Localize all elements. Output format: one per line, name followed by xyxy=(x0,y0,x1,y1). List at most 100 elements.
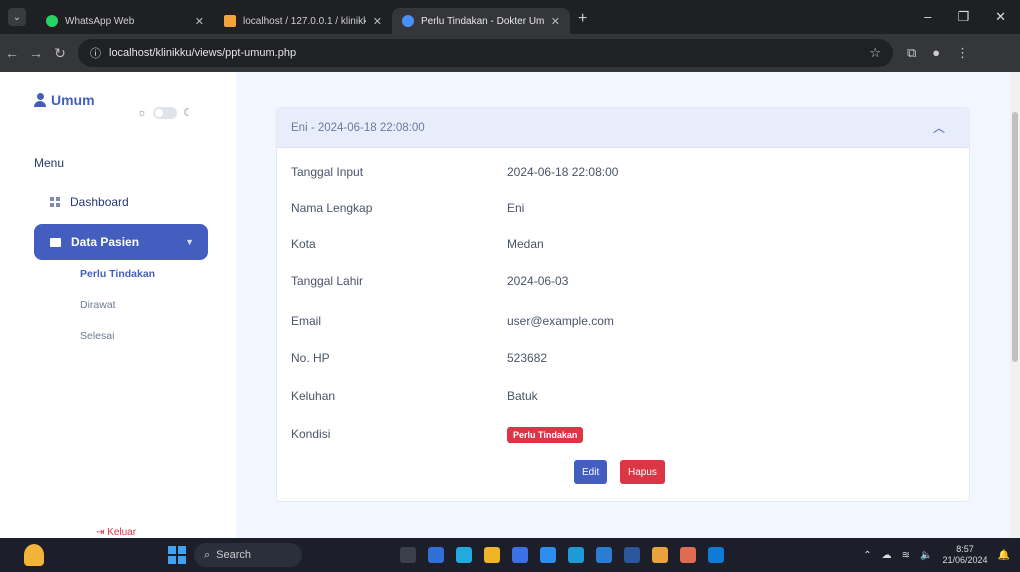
whatsapp-icon xyxy=(46,15,58,27)
outlook-icon[interactable] xyxy=(596,547,612,563)
system-tray: ⌃ ☁ ≋ 🔈 8:57 21/06/2024 🔔 xyxy=(863,544,1020,566)
sidebar-item-dashboard[interactable]: Dashboard xyxy=(34,184,208,220)
field-value: 523682 xyxy=(507,351,548,365)
browser-toolbar-right: ⧉ ● ⋮ xyxy=(907,45,969,61)
reload-icon[interactable]: ↻ xyxy=(48,45,72,62)
tab-whatsapp[interactable]: WhatsApp Web ✕ xyxy=(36,8,214,34)
minimize-icon[interactable]: – xyxy=(924,9,931,25)
back-icon[interactable]: ← xyxy=(0,45,24,61)
vscode-icon[interactable] xyxy=(708,547,724,563)
edit-button[interactable]: Edit xyxy=(574,460,608,484)
field-value: 2024-06-18 22:08:00 xyxy=(507,165,619,179)
delete-button[interactable]: Hapus xyxy=(620,460,665,484)
file-explorer-icon[interactable] xyxy=(484,547,500,563)
url-text: localhost/klinikku/views/ppt-umum.php xyxy=(109,47,297,59)
field-value: Medan xyxy=(507,237,544,251)
submenu-selesai[interactable]: Selesai xyxy=(80,330,114,342)
field-value: Perlu Tindakan xyxy=(507,427,584,443)
field-label: Kondisi xyxy=(291,427,331,441)
close-window-icon[interactable]: ✕ xyxy=(995,9,1006,25)
volume-icon[interactable]: 🔈 xyxy=(920,550,932,561)
taskbar-apps xyxy=(400,547,724,563)
mail-icon[interactable] xyxy=(568,547,584,563)
tab-perlu-tindakan[interactable]: Perlu Tindakan - Dokter Umum ✕ xyxy=(392,8,570,34)
field-label: Nama Lengkap xyxy=(291,201,373,215)
tab-title: WhatsApp Web xyxy=(65,15,135,27)
theme-toggle[interactable] xyxy=(153,106,178,119)
taskbar-search[interactable]: ⌕ Search xyxy=(194,543,302,567)
submenu-perlu-tindakan[interactable]: Perlu Tindakan xyxy=(80,268,155,280)
wifi-icon[interactable]: ≋ xyxy=(902,550,910,561)
clock-date: 21/06/2024 xyxy=(942,555,988,565)
logout-label: Keluar xyxy=(107,527,137,538)
field-value: Eni xyxy=(507,201,525,215)
browser-tab-bar: ⌄ WhatsApp Web ✕ localhost / 127.0.0.1 /… xyxy=(0,0,1020,34)
page-scrollbar[interactable] xyxy=(1010,72,1020,538)
sidebar-item-label: Dashboard xyxy=(70,195,129,209)
extensions-icon[interactable]: ⧉ xyxy=(907,45,916,61)
bookmark-star-icon[interactable]: ☆ xyxy=(869,45,881,61)
chrome-icon[interactable] xyxy=(652,547,668,563)
brand-label: Umum xyxy=(51,92,95,108)
field-row: Email user@example.com xyxy=(277,303,971,339)
sidebar-brand[interactable]: Umum xyxy=(34,92,95,108)
site-info-icon[interactable]: ⓘ xyxy=(90,45,101,61)
user-icon xyxy=(402,15,414,27)
notification-bell-icon[interactable]: 🔔 xyxy=(998,550,1010,561)
browser-menu-icon[interactable]: ⋮ xyxy=(956,45,969,61)
field-value: 2024-06-03 xyxy=(507,274,569,288)
tab-title: Perlu Tindakan - Dokter Umum xyxy=(421,15,544,27)
forward-icon[interactable]: → xyxy=(24,45,48,61)
field-label: Tanggal Lahir xyxy=(291,274,364,288)
field-row: Kota Medan xyxy=(277,226,971,262)
word-icon[interactable] xyxy=(624,547,640,563)
search-label: Search xyxy=(216,549,252,561)
widgets-icon[interactable] xyxy=(24,544,44,566)
patient-card: Eni - 2024-06-18 22:08:00 ︿ Tanggal Inpu… xyxy=(276,107,970,502)
cloud-icon[interactable]: ☁ xyxy=(882,550,892,561)
restore-icon[interactable]: ❐ xyxy=(957,9,969,25)
photos-icon[interactable] xyxy=(540,547,556,563)
field-row: Keluhan Batuk xyxy=(277,378,971,414)
field-label: Keluhan xyxy=(291,389,336,403)
field-row: Tanggal Lahir 2024-06-03 xyxy=(277,263,971,299)
accordion-title: Eni - 2024-06-18 22:08:00 xyxy=(291,121,425,134)
main-content: Eni - 2024-06-18 22:08:00 ︿ Tanggal Inpu… xyxy=(236,72,1010,538)
close-icon[interactable]: ✕ xyxy=(373,15,382,28)
task-view-icon[interactable] xyxy=(400,547,416,563)
field-label: No. HP xyxy=(291,351,330,365)
launcher-icon[interactable] xyxy=(512,547,528,563)
os-taskbar: ⌕ Search ⌃ ☁ ≋ 🔈 8:57 21/06/2024 🔔 xyxy=(0,538,1020,572)
search-icon: ⌕ xyxy=(204,548,211,561)
close-icon[interactable]: ✕ xyxy=(195,15,204,28)
moon-icon: ☾ xyxy=(183,107,193,119)
url-field[interactable]: ⓘ localhost/klinikku/views/ppt-umum.php … xyxy=(78,39,893,67)
windows-start-icon[interactable] xyxy=(168,546,186,564)
edge-icon[interactable] xyxy=(456,547,472,563)
phpmyadmin-icon xyxy=(224,15,236,27)
sun-icon: ☼ xyxy=(137,106,148,119)
profile-icon[interactable]: ● xyxy=(932,45,940,61)
logout-icon: ⇥ xyxy=(96,527,105,538)
sidebar-item-label: Data Pasien xyxy=(71,235,140,249)
clock[interactable]: 8:57 21/06/2024 xyxy=(943,544,988,566)
tab-phpmyadmin[interactable]: localhost / 127.0.0.1 / klinikku ✕ xyxy=(214,8,392,34)
field-row: Tanggal Input 2024-06-18 22:08:00 xyxy=(277,154,971,190)
address-bar: ← → ↻ ⓘ localhost/klinikku/views/ppt-umu… xyxy=(0,34,1020,72)
new-tab-icon[interactable]: + xyxy=(578,10,587,28)
meet-icon[interactable] xyxy=(428,547,444,563)
scrollbar-thumb[interactable] xyxy=(1012,112,1018,362)
field-value: user@example.com xyxy=(507,314,614,328)
logout-link[interactable]: ⇥ Keluar xyxy=(96,527,136,538)
sidebar-item-data-pasien[interactable]: Data Pasien ▼ xyxy=(34,224,208,260)
field-row: No. HP 523682 xyxy=(277,340,971,376)
close-icon[interactable]: ✕ xyxy=(551,15,560,28)
status-badge: Perlu Tindakan xyxy=(507,427,584,443)
tab-search-icon[interactable]: ⌄ xyxy=(8,8,26,26)
submenu-dirawat[interactable]: Dirawat xyxy=(80,299,116,311)
xampp-icon[interactable] xyxy=(680,547,696,563)
chevron-up-icon[interactable]: ⌃ xyxy=(863,550,871,561)
chevron-up-icon[interactable]: ︿ xyxy=(933,119,945,136)
accordion-header[interactable]: Eni - 2024-06-18 22:08:00 ︿ xyxy=(277,108,969,148)
field-label: Kota xyxy=(291,237,316,251)
